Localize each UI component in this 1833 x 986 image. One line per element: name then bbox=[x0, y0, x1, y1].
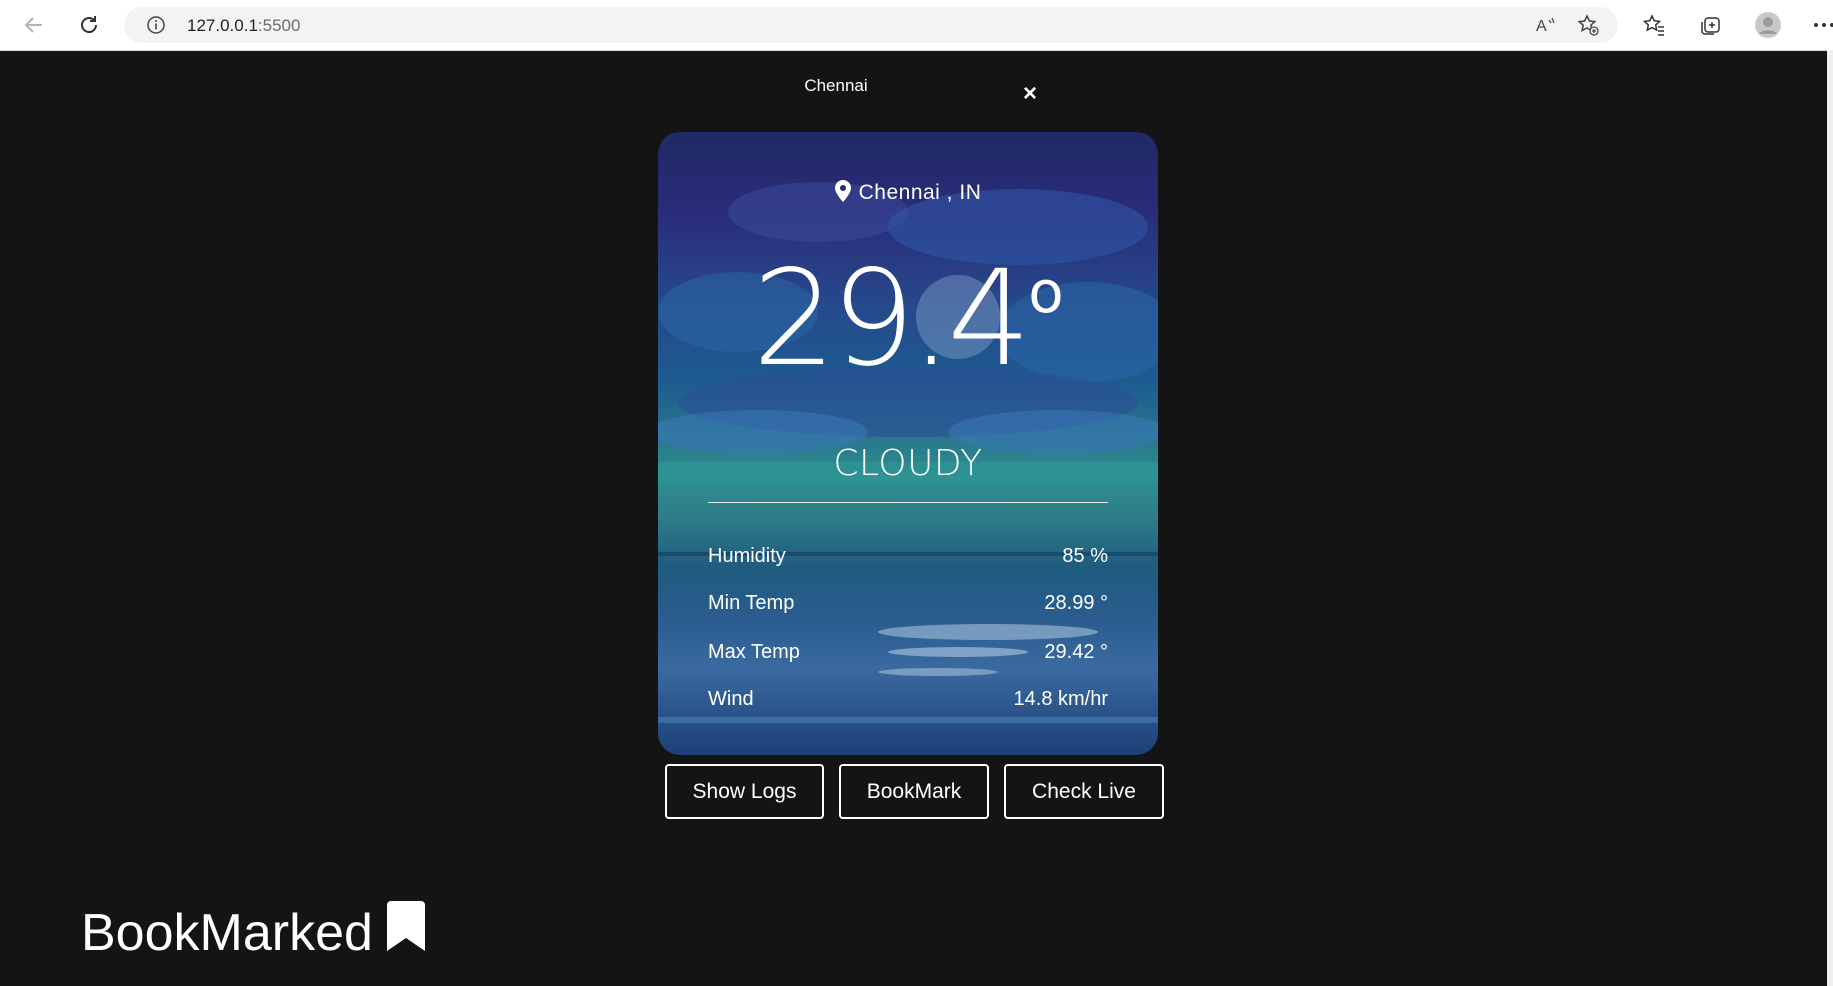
location-text: Chennai , IN bbox=[858, 181, 982, 204]
location-label: Chennai , IN bbox=[658, 180, 1158, 208]
profile-icon[interactable] bbox=[1752, 9, 1784, 41]
bookmarked-heading: BookMarked bbox=[81, 901, 425, 964]
address-bar[interactable]: 127.0.0.1:5500 A bbox=[124, 7, 1618, 43]
stat-label: Min Temp bbox=[708, 592, 795, 614]
stat-label: Max Temp bbox=[708, 641, 800, 663]
read-aloud-icon[interactable]: A bbox=[1532, 11, 1560, 39]
weather-condition: CLOUDY bbox=[833, 443, 983, 484]
more-icon[interactable] bbox=[1808, 9, 1833, 41]
temperature-value: 29.4 bbox=[752, 242, 1031, 396]
svg-text:A: A bbox=[1536, 18, 1547, 35]
refresh-icon[interactable] bbox=[73, 9, 105, 41]
show-logs-button[interactable]: Show Logs bbox=[665, 764, 824, 819]
stat-label: Humidity bbox=[708, 545, 786, 567]
close-button[interactable]: × bbox=[1018, 80, 1042, 108]
stat-value: 14.8 km/hr bbox=[1013, 688, 1108, 710]
favorites-icon[interactable] bbox=[1638, 9, 1670, 41]
add-favorite-icon[interactable] bbox=[1574, 11, 1602, 39]
location-pin-icon bbox=[834, 180, 851, 208]
stat-row-min-temp: Min Temp 28.99 ° bbox=[708, 592, 1108, 615]
back-icon[interactable] bbox=[18, 9, 50, 41]
browser-toolbar: 127.0.0.1:5500 A bbox=[0, 0, 1833, 51]
url-text[interactable]: 127.0.0.1:5500 bbox=[187, 16, 300, 36]
stat-row-max-temp: Max Temp 29.42 ° bbox=[708, 641, 1108, 664]
bookmark-icon bbox=[386, 901, 425, 964]
bookmarked-title-text: BookMarked bbox=[81, 903, 373, 962]
temperature-display: 29.4o bbox=[658, 242, 1158, 396]
scrollbar[interactable] bbox=[1827, 50, 1833, 986]
divider bbox=[708, 502, 1108, 503]
stat-value: 29.42 ° bbox=[1044, 641, 1108, 663]
stat-value: 85 % bbox=[1062, 545, 1108, 567]
modal-city-heading: Chennai bbox=[804, 76, 868, 95]
temperature-unit: o bbox=[1028, 258, 1064, 326]
stat-label: Wind bbox=[708, 688, 754, 710]
stat-value: 28.99 ° bbox=[1044, 592, 1108, 614]
bookmark-button[interactable]: BookMark bbox=[839, 764, 989, 819]
weather-card: Chennai , IN 29.4o CLOUDY Humidity 85 % … bbox=[658, 132, 1158, 755]
check-live-button[interactable]: Check Live bbox=[1004, 764, 1164, 819]
stat-row-humidity: Humidity 85 % bbox=[708, 545, 1108, 568]
info-icon[interactable] bbox=[146, 15, 166, 40]
collections-icon[interactable] bbox=[1694, 9, 1726, 41]
stat-row-wind: Wind 14.8 km/hr bbox=[708, 688, 1108, 711]
